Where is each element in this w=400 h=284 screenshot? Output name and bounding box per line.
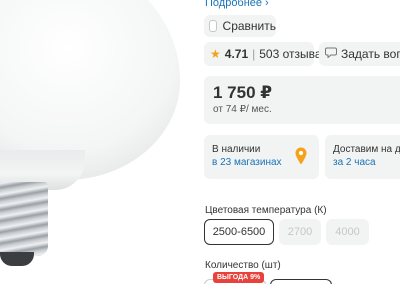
- quantity-option[interactable]: [270, 279, 332, 284]
- delivery-title: Доставим на до: [333, 144, 400, 155]
- installment-text: от 74 ₽/ мес.: [213, 104, 272, 115]
- bulb-base: [0, 182, 48, 256]
- compare-button[interactable]: Сравнить: [204, 15, 276, 37]
- color-temp-option-2500-6500[interactable]: 2500-6500: [204, 219, 274, 245]
- star-icon: ★: [210, 47, 221, 61]
- chat-bubble-icon: [325, 47, 337, 61]
- reviews-count: 503 отзыва: [259, 47, 322, 61]
- more-details-label: Подробнее: [205, 0, 263, 9]
- rating-separator: |: [252, 47, 256, 61]
- ask-question-label: Задать вопр: [341, 47, 400, 61]
- checkbox-icon[interactable]: [209, 20, 217, 32]
- bulb-tip: [0, 252, 34, 266]
- rating-button[interactable]: ★ 4.71 | 503 отзыва: [204, 42, 322, 66]
- chevron-right-icon: ›: [265, 0, 269, 9]
- more-details-link[interactable]: Подробнее ›: [205, 0, 269, 9]
- color-temp-option-4000[interactable]: 4000: [326, 219, 369, 245]
- map-pin-icon: [295, 147, 307, 165]
- quantity-label: Количество (шт): [205, 260, 281, 271]
- price: 1 750 ₽: [213, 83, 273, 102]
- stock-card[interactable]: В наличии в 23 магазинах: [204, 135, 319, 179]
- compare-label: Сравнить: [222, 19, 276, 33]
- delivery-time-link[interactable]: за 2 часа: [333, 157, 400, 168]
- price-card: 1 750 ₽ от 74 ₽/ мес.: [204, 76, 400, 124]
- product-image[interactable]: [0, 0, 195, 284]
- color-temperature-label: Цветовая температура (К): [205, 205, 327, 216]
- delivery-card[interactable]: Доставим на до за 2 часа: [325, 135, 400, 179]
- rating-value: 4.71: [224, 47, 249, 61]
- sale-badge: ВЫГОДА 9%: [213, 272, 265, 283]
- color-temp-option-2700[interactable]: 2700: [279, 219, 321, 245]
- ask-question-button[interactable]: Задать вопр: [319, 42, 400, 66]
